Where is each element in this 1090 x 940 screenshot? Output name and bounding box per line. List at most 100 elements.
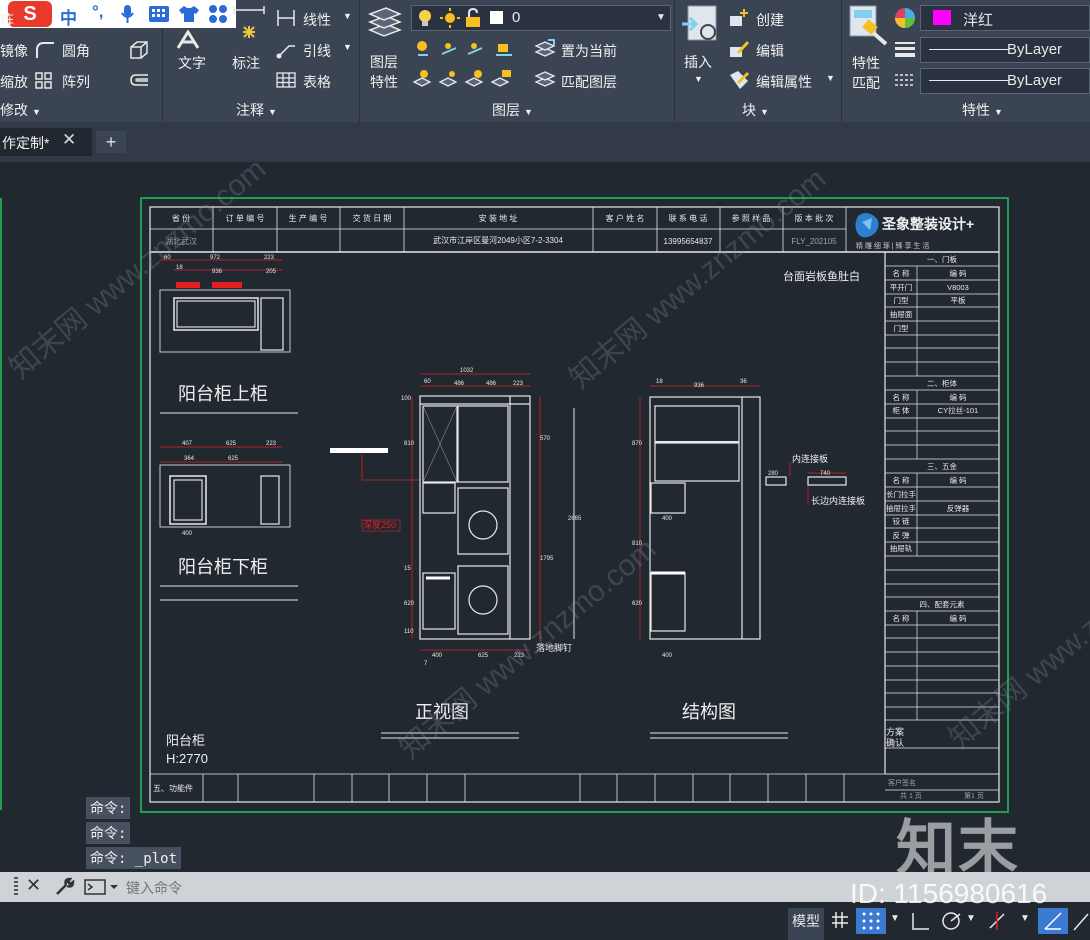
spec-col-code-3: 编 码 <box>949 475 967 485</box>
command-history-1: 命令: <box>86 797 131 819</box>
spec-col-code-2: 编 码 <box>949 392 967 402</box>
color-wheel-icon[interactable] <box>894 7 916 29</box>
struct-dim-1: 936 <box>694 383 705 389</box>
fillet-button[interactable]: 圆角 <box>62 41 90 61</box>
table-button[interactable]: 表格 <box>303 72 331 92</box>
modify-panel-title[interactable]: 修改 ▼ <box>0 100 41 120</box>
ortho-icon[interactable] <box>910 910 932 932</box>
match-properties-icon[interactable] <box>848 4 890 46</box>
lower-dim-5: 400 <box>182 531 193 537</box>
ime-toolbar[interactable]: S 中 °, <box>0 0 236 28</box>
osnap-dropdown-icon[interactable]: ▼ <box>1020 913 1030 924</box>
array-button[interactable]: 阵列 <box>62 72 90 92</box>
keyboard-icon[interactable] <box>148 5 170 23</box>
layer-properties-label1[interactable]: 图层 <box>370 52 398 72</box>
offset-icon[interactable] <box>128 71 150 91</box>
customize-wrench-icon[interactable] <box>54 877 76 897</box>
annotation-panel-title[interactable]: 注释 ▼ <box>236 100 277 120</box>
skin-shirt-icon[interactable] <box>178 5 200 23</box>
front-dim-6: 810 <box>404 441 415 447</box>
insert-button[interactable]: 插入 <box>684 52 712 72</box>
struct-dim-3: 870 <box>632 441 643 447</box>
edit-block-button[interactable]: 编辑 <box>756 41 784 61</box>
linetype-dropdown[interactable]: ByLayer <box>920 68 1090 94</box>
toolbox-grid-icon[interactable] <box>208 4 228 24</box>
grid-display-icon[interactable] <box>830 910 850 930</box>
linetype-icon[interactable] <box>894 72 916 88</box>
dimension-icon[interactable] <box>232 4 266 44</box>
dynamic-input-button[interactable] <box>1038 908 1068 934</box>
spec-footer-3: 客户签名 <box>888 778 916 787</box>
layer-dropdown-arrow-icon[interactable]: ▼ <box>656 12 666 23</box>
polar-tracking-icon[interactable] <box>940 910 962 932</box>
lineweight-icon[interactable] <box>894 40 916 58</box>
spec-r9-name: 反 弹 <box>892 530 910 540</box>
properties-panel-title[interactable]: 特性 ▼ <box>962 100 1003 120</box>
lineweight-dropdown[interactable]: ByLayer <box>920 37 1090 63</box>
match-properties-label1[interactable]: 特性 <box>852 53 880 73</box>
snap-grid-icon <box>862 912 880 930</box>
linear-button[interactable]: 线性 <box>303 10 331 30</box>
company-slogan: 精 雕 细 琢 | 臻 享 生 活 <box>856 241 929 250</box>
osnap-tracking-icon[interactable] <box>986 910 1008 932</box>
sun-icon <box>440 8 460 28</box>
microphone-icon[interactable] <box>120 4 136 24</box>
spec-col-name-4: 名 称 <box>892 613 910 623</box>
close-icon[interactable]: ✕ <box>62 130 76 150</box>
linear-dropdown-icon[interactable]: ▼ <box>343 11 352 21</box>
edit-attribute-dropdown-icon[interactable]: ▼ <box>826 73 835 83</box>
layers-panel-title[interactable]: 图层 ▼ <box>492 100 533 120</box>
model-space-button[interactable]: 模型 <box>788 908 824 940</box>
spec-r4-name: 门型 <box>894 324 909 333</box>
command-history-3: 命令: _plot <box>86 847 182 869</box>
leader-button[interactable]: 引线 <box>303 41 331 61</box>
tb-value-8: FLY_202105 <box>791 237 837 246</box>
block-panel-title[interactable]: 块 ▼ <box>742 100 769 120</box>
create-block-button[interactable]: 创建 <box>756 10 784 30</box>
new-tab-button[interactable]: + <box>96 131 126 153</box>
text-icon[interactable] <box>176 30 210 50</box>
front-dim-11: 620 <box>404 601 415 607</box>
close-command-icon[interactable]: ✕ <box>26 875 41 896</box>
snap-mode-button[interactable] <box>856 908 886 934</box>
leader-dropdown-icon[interactable]: ▼ <box>343 42 352 52</box>
match-properties-label2[interactable]: 匹配 <box>852 73 880 93</box>
layer-dropdown[interactable]: 0 ▼ <box>411 5 671 31</box>
set-current-button[interactable]: 置为当前 <box>561 41 617 61</box>
drawing-canvas[interactable]: 省 份 订 单 编 号 生 产 编 号 交 货 日 期 安 装 地 址 客 户 … <box>0 162 1090 872</box>
spec-col-name-1: 名 称 <box>892 268 910 278</box>
depth-annotation: 深度250 <box>363 519 396 530</box>
mirror-button[interactable]: 镜像 <box>0 41 28 61</box>
match-layer-button[interactable]: 匹配图层 <box>561 72 617 92</box>
ime-punct[interactable]: °, <box>92 2 104 22</box>
layer-tool-icons-row2[interactable] <box>412 68 532 90</box>
lineweight-display-icon[interactable] <box>1072 910 1090 932</box>
polar-dropdown-icon[interactable]: ▼ <box>966 913 976 924</box>
struct-dim-4: 400 <box>662 516 673 522</box>
insert-dropdown-icon[interactable]: ▼ <box>694 74 703 84</box>
text-button[interactable]: 文字 <box>178 53 206 73</box>
dimension-button[interactable]: 标注 <box>232 53 260 73</box>
grip-handle-icon[interactable] <box>14 877 18 897</box>
cabinet-height: H:2770 <box>166 751 208 766</box>
edit-block-icon <box>730 40 750 57</box>
front-dim-4: 223 <box>513 381 524 387</box>
ime-lang[interactable]: 中 <box>60 4 77 29</box>
layer-tool-icons-row1[interactable] <box>412 38 532 60</box>
layer-color-swatch <box>490 11 503 24</box>
layer-properties-label2[interactable]: 特性 <box>370 72 398 92</box>
tb-header-2: 生 产 编 号 <box>289 213 328 223</box>
spec-footer-2: 确认 <box>886 737 904 748</box>
snap-dropdown-icon[interactable]: ▼ <box>890 913 900 924</box>
tab-document[interactable]: 作定制* ✕ <box>0 128 92 156</box>
command-input[interactable] <box>124 876 828 900</box>
color-dropdown[interactable]: 洋红 <box>920 5 1090 31</box>
array-icon <box>35 72 52 89</box>
insert-block-icon[interactable] <box>680 4 720 44</box>
layer-properties-icon[interactable] <box>366 4 404 40</box>
3d-box-icon[interactable] <box>128 40 150 60</box>
color-swatch <box>933 10 951 25</box>
command-prompt-icon[interactable] <box>84 878 120 896</box>
scale-button[interactable]: 缩放 <box>0 72 28 92</box>
edit-attribute-button[interactable]: 编辑属性 <box>756 72 812 92</box>
